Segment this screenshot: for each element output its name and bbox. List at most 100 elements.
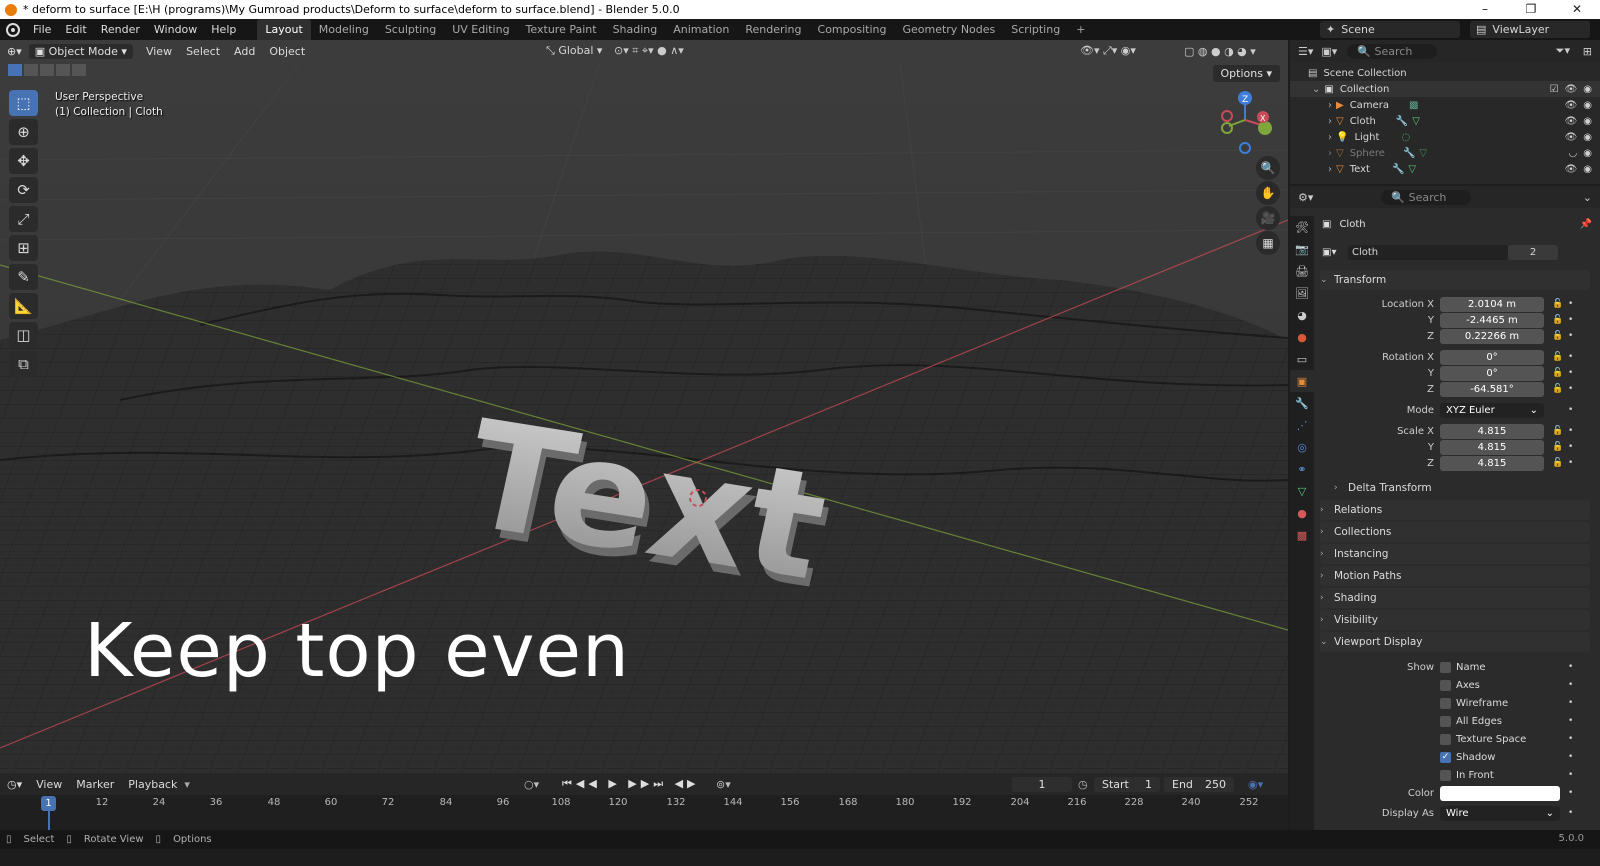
camera-render-icon[interactable]: ◉: [1583, 116, 1592, 127]
maximize-button[interactable]: ❐: [1508, 0, 1554, 19]
transform-panel-header[interactable]: ⌄ Transform: [1320, 270, 1590, 290]
keyframe-dot-icon[interactable]: •: [1568, 808, 1573, 818]
select-invert-icon[interactable]: [56, 64, 70, 76]
scene-tab-icon[interactable]: ◕: [1290, 304, 1314, 326]
keyframe-dot-icon[interactable]: •: [1568, 680, 1573, 690]
rotation-mode-dropdown[interactable]: XYZ Euler ⌄: [1440, 402, 1544, 418]
select-box-tool-icon[interactable]: ⬚: [9, 90, 38, 116]
pan-hand-icon[interactable]: ✋: [1256, 181, 1280, 205]
timeline-editor-icon[interactable]: ◷▾: [0, 778, 29, 791]
particles-tab-icon[interactable]: ⋰: [1290, 414, 1314, 436]
transform-orientation-dropdown[interactable]: ⤡ Global ▾: [546, 44, 602, 58]
timeline-menu-playback[interactable]: Playback: [121, 778, 184, 791]
camera-render-icon[interactable]: ◉: [1583, 100, 1592, 111]
playback-controls-icons[interactable]: ⏮◀◀ ▶ ▶▶⏭ ◀▶: [562, 777, 700, 791]
object-name[interactable]: Cloth: [1339, 219, 1365, 230]
end-frame-field[interactable]: End 250: [1164, 776, 1234, 792]
eye-icon[interactable]: 👁: [1565, 132, 1578, 143]
tab-rendering[interactable]: Rendering: [737, 19, 809, 40]
shading-mode-icons[interactable]: ▢ ◍ ● ◑ ◕ ▾: [1184, 45, 1256, 58]
add-cube-extra-tool-icon[interactable]: ⧉: [9, 351, 38, 377]
lock-icon[interactable]: 🔓: [1552, 458, 1563, 468]
keyframe-dot-icon[interactable]: •: [1568, 299, 1573, 309]
visibility-panel-header[interactable]: › Visibility: [1320, 610, 1590, 630]
select-mode-icons[interactable]: [8, 64, 86, 76]
menu-edit[interactable]: Edit: [58, 19, 93, 40]
lock-icon[interactable]: 🔓: [1552, 384, 1563, 394]
camera-render-icon[interactable]: ◉: [1583, 84, 1592, 95]
constraints-tab-icon[interactable]: ⚭: [1290, 458, 1314, 480]
color-swatch[interactable]: [1440, 785, 1560, 801]
eye-icon[interactable]: 👁: [1565, 84, 1578, 95]
visibility-gizmo-overlay-icons[interactable]: 👁▾ ⤢▾ ◉▾: [1080, 44, 1136, 58]
gizmo-y-icon[interactable]: [1258, 121, 1272, 135]
menu-view[interactable]: View: [139, 45, 179, 58]
move-tool-icon[interactable]: ✥: [9, 148, 38, 174]
select-extend-icon[interactable]: [24, 64, 38, 76]
world-tab-icon[interactable]: ●: [1290, 326, 1314, 348]
rotate-tool-icon[interactable]: ⟳: [9, 177, 38, 203]
lock-icon[interactable]: 🔓: [1552, 299, 1563, 309]
select-new-icon[interactable]: [8, 64, 22, 76]
menu-help[interactable]: Help: [204, 19, 243, 40]
keyframe-dot-icon[interactable]: •: [1568, 368, 1573, 378]
3d-viewport[interactable]: Text Text Z X ⊕▾ ▣ Object Mode ▾ View Se…: [0, 40, 1288, 773]
rotation-z-field[interactable]: -64.581°: [1440, 381, 1544, 397]
keyframe-dot-icon[interactable]: •: [1568, 352, 1573, 362]
in-front-checkbox[interactable]: [1440, 769, 1451, 781]
keyframe-dot-icon[interactable]: •: [1568, 752, 1573, 762]
location-z-field[interactable]: 0.22266 m: [1440, 328, 1544, 344]
measure-tool-icon[interactable]: 📐: [9, 293, 38, 319]
menu-select[interactable]: Select: [179, 45, 227, 58]
tab-modeling[interactable]: Modeling: [311, 19, 377, 40]
modifier-tab-icon[interactable]: 🔧: [1290, 392, 1314, 414]
menu-add[interactable]: Add: [227, 45, 262, 58]
tab-texture-paint[interactable]: Texture Paint: [518, 19, 605, 40]
keyframe-dot-icon[interactable]: •: [1568, 458, 1573, 468]
collections-panel-header[interactable]: › Collections: [1320, 522, 1590, 542]
name-checkbox[interactable]: [1440, 661, 1451, 673]
sync-icon[interactable]: ◉▾: [1248, 778, 1263, 791]
outliner-search-input[interactable]: 🔍 Search: [1347, 43, 1438, 59]
outliner-item-sphere[interactable]: › ▽ Sphere 🔧 ▽ ◡ ◉: [1290, 145, 1600, 161]
playback-dropdown-arrow-icon[interactable]: ▾: [184, 778, 190, 791]
physics-tab-icon[interactable]: ◎: [1290, 436, 1314, 458]
keyframe-dot-icon[interactable]: •: [1568, 384, 1573, 394]
outliner-editor-icon[interactable]: ☰▾: [1298, 45, 1313, 58]
playhead[interactable]: 1: [41, 796, 56, 811]
menu-file[interactable]: File: [26, 19, 58, 40]
data-block-users-count[interactable]: 2: [1508, 244, 1558, 260]
timeline-ruler[interactable]: 12 24 36 48 60 72 84 96 108 120 132 144 …: [0, 797, 1288, 811]
scene-selector[interactable]: ✦ Scene: [1320, 21, 1460, 38]
scale-tool-icon[interactable]: ⤢: [9, 206, 38, 232]
keyframe-dot-icon[interactable]: •: [1568, 331, 1573, 341]
expand-arrow-icon[interactable]: ⌄: [1312, 84, 1320, 95]
object-tab-icon[interactable]: ▣: [1290, 370, 1314, 392]
tab-scripting[interactable]: Scripting: [1003, 19, 1068, 40]
tab-animation[interactable]: Animation: [665, 19, 737, 40]
lock-icon[interactable]: 🔓: [1552, 426, 1563, 436]
rotation-x-field[interactable]: 0°: [1440, 349, 1544, 365]
rotation-y-field[interactable]: 0°: [1440, 365, 1544, 381]
tool-tab-icon[interactable]: 🛠: [1290, 216, 1314, 238]
expand-arrow-icon[interactable]: ›: [1328, 116, 1332, 127]
output-tab-icon[interactable]: 🖨: [1290, 260, 1314, 282]
minimize-button[interactable]: –: [1462, 0, 1508, 19]
expand-arrow-icon[interactable]: ›: [1328, 148, 1332, 159]
record-button-icon[interactable]: ○▾: [524, 778, 539, 791]
keyframe-dot-icon[interactable]: •: [1568, 442, 1573, 452]
menu-object[interactable]: Object: [262, 45, 312, 58]
keyframe-dot-icon[interactable]: •: [1568, 788, 1573, 798]
keyframe-dot-icon[interactable]: •: [1568, 662, 1573, 672]
scale-y-field[interactable]: 4.815: [1440, 439, 1544, 455]
eye-icon[interactable]: 👁: [1565, 164, 1578, 175]
select-intersect-icon[interactable]: [72, 64, 86, 76]
render-tab-icon[interactable]: 📷: [1290, 238, 1314, 260]
material-tab-icon[interactable]: ●: [1290, 502, 1314, 524]
scale-z-field[interactable]: 4.815: [1440, 455, 1544, 471]
keyframe-dot-icon[interactable]: •: [1568, 698, 1573, 708]
keyframe-dot-icon[interactable]: •: [1568, 734, 1573, 744]
perspective-grid-icon[interactable]: ▦: [1256, 231, 1280, 255]
annotate-tool-icon[interactable]: ✎: [9, 264, 38, 290]
keyframe-dot-icon[interactable]: •: [1568, 770, 1573, 780]
